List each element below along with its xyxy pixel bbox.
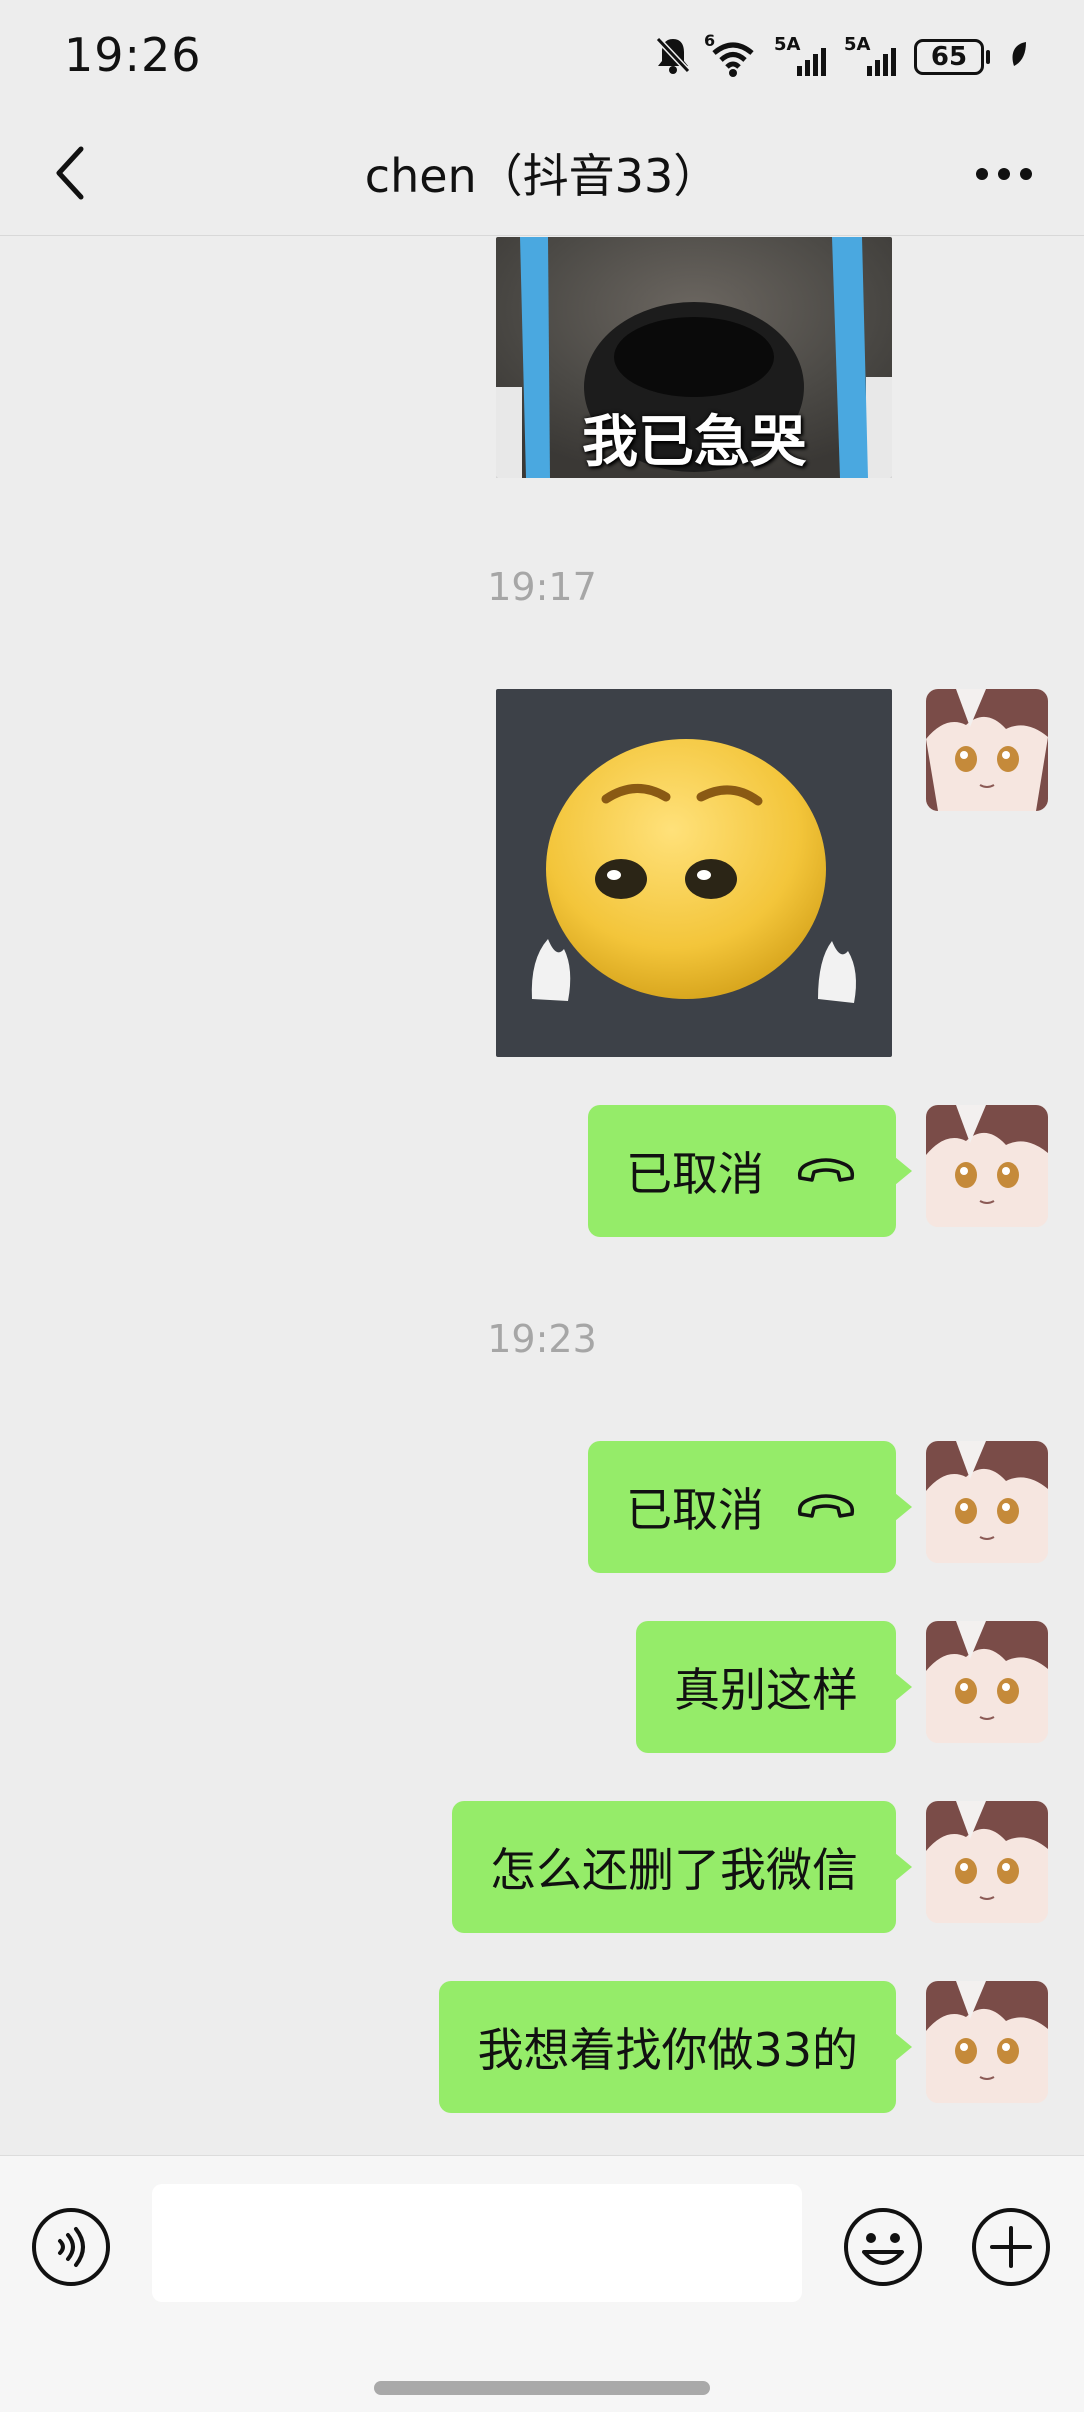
text-message[interactable]: 怎么还删了我微信 <box>452 1801 912 1933</box>
sticker-caption: 我已急哭 <box>582 410 806 475</box>
input-bar <box>0 2155 1084 2412</box>
phone-hangup-icon <box>794 1154 858 1188</box>
mute-bell-icon <box>654 35 692 79</box>
message-text: 真别这样 <box>674 1663 858 1717</box>
phone-hangup-icon <box>794 1490 858 1524</box>
text-message[interactable]: 真别这样 <box>636 1621 912 1753</box>
status-bar: 19:26 6 5A 5A 65 <box>0 0 1084 110</box>
wifi-label: 6 <box>704 31 716 50</box>
avatar[interactable] <box>926 689 1048 811</box>
chat-title: chen（抖音33） <box>364 149 720 203</box>
emoji-button[interactable] <box>842 2206 924 2288</box>
timestamp: 19:23 <box>487 1317 597 1361</box>
leaf-icon <box>1008 40 1028 74</box>
avatar[interactable] <box>926 1981 1048 2103</box>
message-input[interactable] <box>152 2184 802 2302</box>
home-indicator[interactable] <box>374 2381 710 2395</box>
sticker-shy-emoji[interactable] <box>496 689 892 1057</box>
text-message[interactable]: 我想着找你做33的 <box>439 1981 912 2113</box>
more-dots-icon <box>976 168 1032 180</box>
timestamp: 19:17 <box>487 565 597 609</box>
battery-level: 65 <box>914 39 984 75</box>
more-options-button[interactable] <box>964 146 1044 202</box>
status-time: 19:26 <box>64 28 202 82</box>
message-list[interactable]: 我已急哭 19:17 已取消 19:23 已取消 真别这样 怎么还删了我微信 我… <box>0 237 1084 2155</box>
smiley-icon <box>844 2208 922 2286</box>
avatar[interactable] <box>926 1801 1048 1923</box>
cell-signal-1-icon: 5A <box>774 34 826 80</box>
plus-icon <box>972 2208 1050 2286</box>
voice-icon <box>32 2208 110 2286</box>
cell-signal-2-icon: 5A <box>844 34 896 80</box>
wifi-icon: 6 <box>704 31 756 79</box>
avatar[interactable] <box>926 1441 1048 1563</box>
call-record-message[interactable]: 已取消 <box>588 1441 912 1573</box>
voice-input-button[interactable] <box>30 2206 112 2288</box>
message-text: 怎么还删了我微信 <box>490 1843 858 1897</box>
battery-icon: 65 <box>914 39 990 75</box>
call-status-text: 已取消 <box>626 1483 764 1537</box>
chat-header: chen（抖音33） <box>0 110 1084 236</box>
sticker-crying[interactable]: 我已急哭 <box>496 237 892 478</box>
more-actions-button[interactable] <box>970 2206 1052 2288</box>
avatar[interactable] <box>926 1621 1048 1743</box>
call-status-text: 已取消 <box>626 1147 764 1201</box>
avatar[interactable] <box>926 1105 1048 1227</box>
call-record-message[interactable]: 已取消 <box>588 1105 912 1237</box>
status-icons: 6 5A 5A 65 <box>654 30 1028 84</box>
message-text: 我想着找你做33的 <box>477 2023 858 2077</box>
